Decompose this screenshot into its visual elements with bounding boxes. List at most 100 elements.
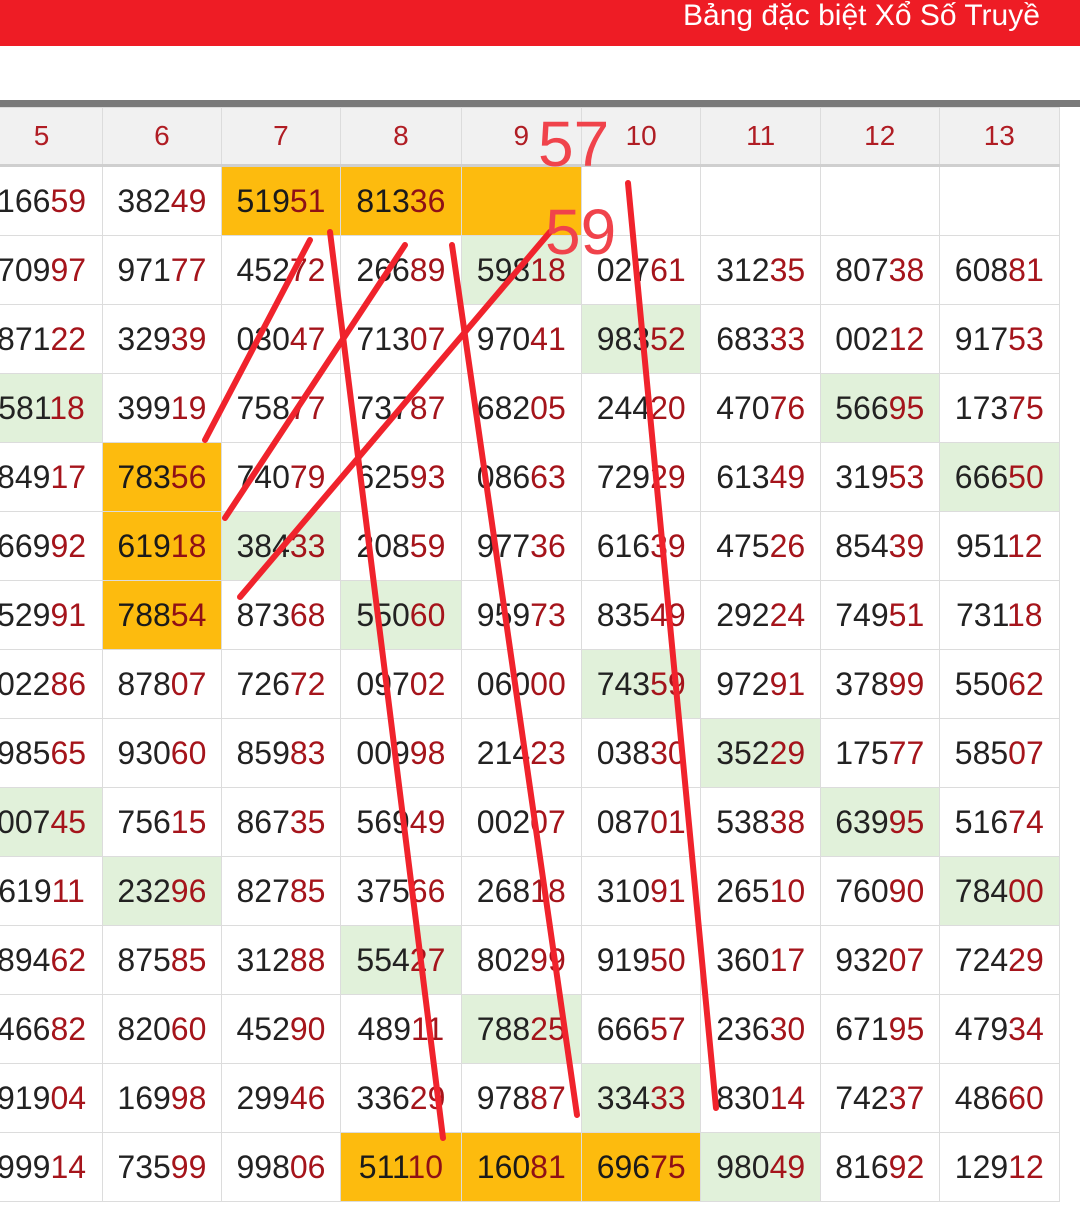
result-last-two-digits: 60 [1008,1079,1044,1116]
result-cell: 45272 [220,235,342,305]
result-cell: 63995 [819,787,940,857]
result-leading-digits: 002 [835,320,889,357]
result-leading-digits: 859 [236,734,290,771]
result-last-two-digits: 33 [289,527,326,564]
result-leading-digits: 529 [0,596,51,633]
result-cell: 38433 [220,511,342,581]
result-cell: 78356 [102,442,222,512]
result-last-two-digits: 06 [289,1148,326,1185]
result-leading-digits: 244 [596,389,651,426]
result-last-two-digits: 36 [409,182,446,219]
result-cell: 56695 [819,373,940,443]
result-cell: 00207 [460,787,582,857]
result-cell: 91904 [0,1063,104,1133]
result-last-two-digits: 07 [1008,734,1044,771]
result-leading-digits: 382 [117,182,171,219]
result-last-two-digits: 52 [650,320,686,357]
result-leading-digits: 466 [0,1010,51,1047]
result-last-two-digits: 18 [530,872,566,909]
result-leading-digits: 352 [716,734,770,771]
result-leading-digits: 930 [117,734,171,771]
result-leading-digits: 875 [117,941,171,978]
annotation-label: 57 [538,108,610,180]
result-leading-digits: 669 [0,527,51,564]
result-leading-digits: 236 [716,1010,770,1047]
result-cell: 33433 [580,1063,702,1133]
annotation-label: 59 [545,196,617,268]
result-last-two-digits: 18 [49,389,85,426]
result-leading-digits: 086 [476,458,531,495]
result-cell: 87368 [220,580,342,650]
result-last-two-digits: 49 [409,803,446,840]
result-cell: 23296 [102,856,222,926]
result-leading-digits: 639 [835,803,889,840]
result-cell: 87807 [102,649,222,719]
result-leading-digits: 452 [236,251,290,288]
result-leading-digits: 788 [476,1010,531,1047]
result-last-two-digits: 19 [170,389,207,426]
result-last-two-digits: 00 [1008,872,1044,909]
result-cell: 73599 [102,1132,222,1202]
result-last-two-digits: 39 [650,527,686,564]
result-last-two-digits: 45 [50,803,87,840]
result-leading-digits: 998 [236,1148,290,1185]
result-leading-digits: 784 [954,872,1009,909]
result-cell: 75615 [102,787,222,857]
result-cell: 29224 [700,580,821,650]
result-last-two-digits: 27 [409,941,446,978]
result-last-two-digits: 95 [888,1010,925,1047]
result-last-two-digits: 04 [50,1079,87,1116]
result-last-two-digits: 41 [530,320,566,357]
result-last-two-digits: 76 [769,389,806,426]
result-leading-digits: 666 [596,1010,651,1047]
table-row: 91904 16998 29946 33629 97887 33433 83014 74237… [0,1063,1061,1133]
result-last-two-digits: 15 [170,803,207,840]
result-cell: 97291 [700,649,821,719]
result-last-two-digits: 49 [769,1148,806,1185]
result-cell: 00745 [0,787,104,857]
result-leading-digits: 232 [117,872,171,909]
app-header-bar: Bảng đặc biệt Xổ Số Truyề [0,0,1080,46]
result-cell: 36017 [700,925,821,995]
result-last-two-digits: 85 [289,872,326,909]
result-last-two-digits: 82 [50,1010,87,1047]
result-last-two-digits: 90 [888,872,925,909]
result-leading-digits: 999 [0,1148,51,1185]
table-row: 70997 97177 45272 26689 59818 02761 31235 80738… [0,235,1061,305]
result-cell: 61918 [102,511,222,581]
result-leading-digits: 878 [117,665,171,702]
result-last-two-digits: 99 [170,1148,207,1185]
result-cell: 00212 [819,304,940,374]
result-leading-digits: 743 [596,665,651,702]
result-cell: 48911 [340,994,462,1064]
result-cell: 98049 [700,1132,821,1202]
result-cell: 39919 [102,373,222,443]
result-last-two-digits: 22 [50,320,87,357]
result-cell: 74951 [819,580,940,650]
result-last-two-digits: 96 [170,872,207,909]
result-cell: 48660 [938,1063,1061,1133]
result-leading-digits: 713 [356,320,410,357]
result-last-two-digits: 77 [170,251,207,288]
result-cell [938,165,1061,236]
result-last-two-digits: 26 [769,527,806,564]
result-cell: 16659 [0,165,104,236]
result-last-two-digits: 39 [888,527,925,564]
result-cell: 70997 [0,235,104,305]
lottery-special-table: 5 6 7 8 9 10 11 12 13 16659 38249 51951 81336 70997 9… [0,107,1061,1202]
result-cell: 87585 [102,925,222,995]
result-leading-digits: 292 [716,596,770,633]
result-last-two-digits: 29 [769,734,806,771]
result-leading-digits: 378 [835,665,889,702]
result-leading-digits: 619 [117,527,171,564]
result-cell: 91753 [938,304,1061,374]
result-last-two-digits: 07 [170,665,207,702]
table-row: 52991 78854 87368 55060 95973 83549 29224 74951… [0,580,1061,650]
result-last-two-digits: 95 [888,389,925,426]
result-cell: 98565 [0,718,104,788]
result-last-two-digits: 57 [650,1010,686,1047]
result-leading-digits: 731 [955,596,1007,633]
result-last-two-digits: 91 [769,665,806,702]
result-leading-digits: 479 [954,1010,1009,1047]
table-row: 16659 38249 51951 81336 [0,165,1061,236]
